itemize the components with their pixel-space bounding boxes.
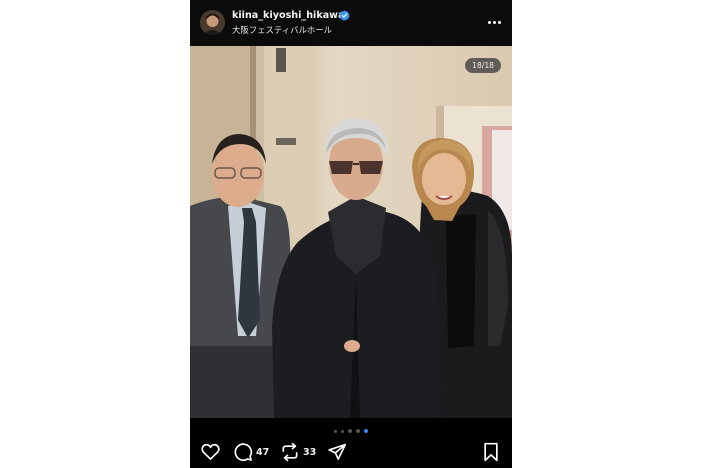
comment-icon: [234, 443, 253, 461]
more-horizontal-icon: [487, 20, 491, 24]
location-link[interactable]: 大阪フェスティバルホール: [232, 24, 332, 36]
save-button[interactable]: [482, 442, 500, 462]
repost-icon: [282, 442, 298, 462]
carousel-dots: [190, 428, 512, 434]
post-header: kiina_kiyoshi_hikawa 大阪フェスティバルホール: [190, 0, 512, 46]
send-icon: [328, 443, 347, 460]
username[interactable]: kiina_kiyoshi_hikawa: [232, 10, 345, 21]
repost-button[interactable]: 33: [280, 442, 316, 462]
carousel-dot: [356, 429, 360, 433]
post-actions-bar: 47 33: [190, 440, 512, 468]
comment-count: 47: [256, 446, 270, 458]
like-button[interactable]: [200, 442, 221, 462]
carousel-dot: [348, 429, 352, 433]
carousel-dot: [341, 429, 344, 433]
share-button[interactable]: [327, 442, 347, 462]
carousel-counter: 18/18: [465, 58, 501, 73]
carousel-dot: [334, 429, 337, 433]
carousel-dot-active: [364, 429, 368, 433]
bookmark-icon: [484, 442, 498, 462]
post-photo[interactable]: 18/18: [190, 46, 512, 418]
verified-badge-icon: [339, 10, 350, 21]
heart-icon: [201, 443, 220, 460]
avatar[interactable]: [200, 10, 225, 35]
more-options-button[interactable]: [484, 14, 504, 30]
comment-button[interactable]: 47: [233, 442, 269, 462]
repost-count: 33: [303, 446, 317, 458]
post-card: kiina_kiyoshi_hikawa 大阪フェスティバルホール 18/18 …: [190, 0, 512, 468]
